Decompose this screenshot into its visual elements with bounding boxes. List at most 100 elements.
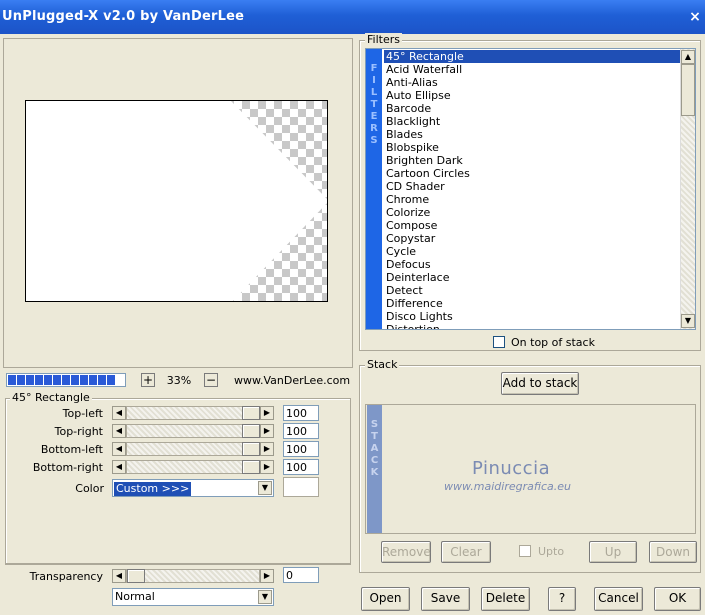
delete-button[interactable]: Delete xyxy=(481,587,530,611)
transparency-value[interactable]: 0 xyxy=(283,567,319,583)
side-letter: T xyxy=(370,99,378,110)
increase-arrow-icon[interactable]: ▶ xyxy=(260,424,274,438)
filter-list-item[interactable]: CD Shader xyxy=(384,180,680,193)
filter-list-item[interactable]: Acid Waterfall xyxy=(384,63,680,76)
side-letter: I xyxy=(372,75,376,86)
upto-checkbox[interactable] xyxy=(519,545,531,557)
filters-list[interactable]: 45° Rectangle Acid Waterfall Anti-Alias Aut… xyxy=(365,48,696,330)
slider-thumb[interactable] xyxy=(242,442,260,456)
color-swatch[interactable] xyxy=(283,477,319,497)
filter-list-item[interactable]: Chrome xyxy=(384,193,680,206)
filter-list-item[interactable]: Colorize xyxy=(384,206,680,219)
top-right-value[interactable]: 100 xyxy=(283,423,319,439)
watermark-url: www.maidiregrafica.eu xyxy=(444,480,571,493)
scroll-up-icon[interactable]: ▲ xyxy=(681,50,695,64)
filter-list-item[interactable]: Cartoon Circles xyxy=(384,167,680,180)
increase-arrow-icon[interactable]: ▶ xyxy=(260,406,274,420)
increase-arrow-icon[interactable]: ▶ xyxy=(260,569,274,583)
filter-list-item[interactable]: 45° Rectangle xyxy=(384,50,680,63)
add-to-stack-button[interactable]: Add to stack xyxy=(501,372,579,395)
stack-side-label: STACK xyxy=(367,405,382,479)
clear-button[interactable]: Clear xyxy=(441,541,491,563)
on-top-label: On top of stack xyxy=(511,336,595,349)
blend-mode-select[interactable]: Normal xyxy=(112,588,274,606)
increase-arrow-icon[interactable]: ▶ xyxy=(260,442,274,456)
slider-thumb[interactable] xyxy=(242,460,260,474)
top-right-slider[interactable] xyxy=(126,424,260,438)
side-letter: E xyxy=(370,111,378,122)
filter-list-item[interactable]: Barcode xyxy=(384,102,680,115)
preview-image xyxy=(26,101,327,301)
side-letter: L xyxy=(370,87,378,98)
bottom-right-value[interactable]: 100 xyxy=(283,459,319,475)
filter-list-item[interactable]: Brighten Dark xyxy=(384,154,680,167)
color-select[interactable]: Custom >>> xyxy=(112,479,274,497)
filter-list-item[interactable]: Defocus xyxy=(384,258,680,271)
color-select-value: Custom >>> xyxy=(114,482,192,496)
save-button[interactable]: Save xyxy=(421,587,470,611)
filter-list-item[interactable]: Deinterlace xyxy=(384,271,680,284)
side-letter: R xyxy=(370,123,378,134)
filter-list-item[interactable]: Distortion xyxy=(384,323,680,329)
slider-thumb[interactable] xyxy=(242,424,260,438)
decrease-arrow-icon[interactable]: ◀ xyxy=(112,424,126,438)
filters-side-label: FILTERS xyxy=(366,49,382,147)
decrease-arrow-icon[interactable]: ◀ xyxy=(112,569,126,583)
stack-side-bar: STACK xyxy=(367,405,382,533)
down-button[interactable]: Down xyxy=(649,541,697,563)
website-link[interactable]: www.VanDerLee.com xyxy=(234,374,350,387)
filter-list-item[interactable]: Blobspike xyxy=(384,141,680,154)
filter-list-item[interactable]: Disco Lights xyxy=(384,310,680,323)
filter-list-item[interactable]: Detect xyxy=(384,284,680,297)
filters-side-bar: FILTERS xyxy=(366,49,382,329)
bottom-left-slider[interactable] xyxy=(126,442,260,456)
filter-list-item[interactable]: Cycle xyxy=(384,245,680,258)
zoom-out-button[interactable]: − xyxy=(204,373,218,387)
filter-list-item[interactable]: Blacklight xyxy=(384,115,680,128)
help-button[interactable]: ? xyxy=(548,587,576,611)
bottom-left-label: Bottom-left xyxy=(40,443,103,456)
filter-list-item[interactable]: Compose xyxy=(384,219,680,232)
filter-list-item[interactable]: Blades xyxy=(384,128,680,141)
open-button[interactable]: Open xyxy=(361,587,410,611)
scroll-down-icon[interactable]: ▼ xyxy=(681,314,695,328)
decrease-arrow-icon[interactable]: ◀ xyxy=(112,460,126,474)
increase-arrow-icon[interactable]: ▶ xyxy=(260,460,274,474)
decrease-arrow-icon[interactable]: ◀ xyxy=(112,442,126,456)
scroll-thumb[interactable] xyxy=(681,64,695,116)
decrease-arrow-icon[interactable]: ◀ xyxy=(112,406,126,420)
filter-list-item[interactable]: Anti-Alias xyxy=(384,76,680,89)
filter-list-item[interactable]: Difference xyxy=(384,297,680,310)
close-icon[interactable]: × xyxy=(687,9,703,25)
side-letter: T xyxy=(371,431,378,442)
parameters-title: 45° Rectangle xyxy=(10,391,92,404)
filter-list-item[interactable]: Auto Ellipse xyxy=(384,89,680,102)
bottom-left-value[interactable]: 100 xyxy=(283,441,319,457)
filters-title: Filters xyxy=(365,33,402,46)
chevron-down-icon[interactable]: ▼ xyxy=(258,481,272,495)
cancel-button[interactable]: Cancel xyxy=(594,587,643,611)
top-left-slider[interactable] xyxy=(126,406,260,420)
side-letter: A xyxy=(370,443,379,454)
slider-thumb[interactable] xyxy=(127,569,145,583)
blend-mode-value: Normal xyxy=(115,590,155,603)
slider-thumb[interactable] xyxy=(242,406,260,420)
zoom-level: 33% xyxy=(166,374,192,387)
remove-button[interactable]: Remove xyxy=(381,541,431,563)
transparency-slider[interactable] xyxy=(126,569,260,583)
up-button[interactable]: Up xyxy=(589,541,637,563)
on-top-checkbox[interactable] xyxy=(493,336,505,348)
window-title: UnPlugged-X v2.0 by VanDerLee xyxy=(2,9,245,24)
filter-list-item[interactable]: Copystar xyxy=(384,232,680,245)
ok-button[interactable]: OK xyxy=(654,587,701,611)
preview-canvas[interactable] xyxy=(25,100,328,302)
side-letter: S xyxy=(370,135,378,146)
zoom-in-button[interactable]: + xyxy=(141,373,155,387)
bottom-right-slider[interactable] xyxy=(126,460,260,474)
watermark-title: Pinuccia xyxy=(472,458,551,479)
side-letter: K xyxy=(370,467,379,478)
filter-items: 45° Rectangle Acid Waterfall Anti-Alias Aut… xyxy=(384,50,680,329)
chevron-down-icon[interactable]: ▼ xyxy=(258,590,272,604)
color-label: Color xyxy=(75,482,104,495)
top-left-value[interactable]: 100 xyxy=(283,405,319,421)
